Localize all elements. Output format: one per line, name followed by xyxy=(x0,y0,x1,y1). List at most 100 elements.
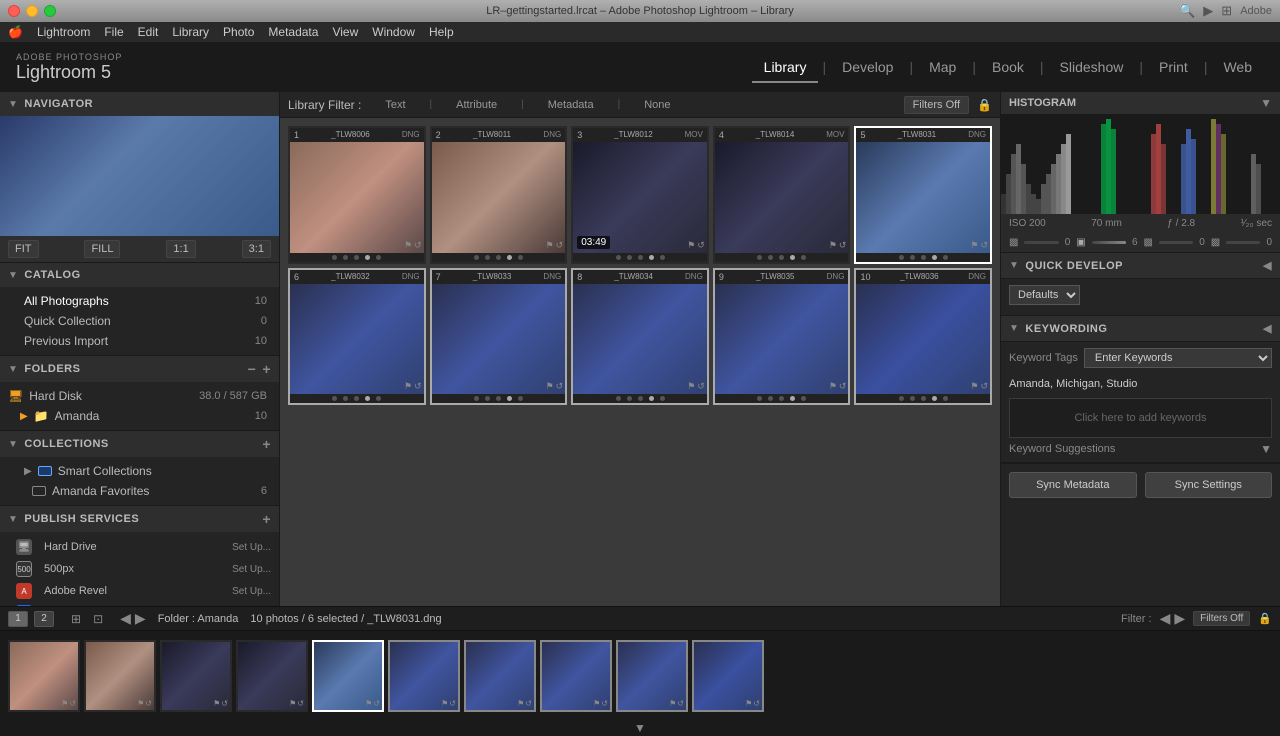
publish-hard-drive-setup[interactable]: Set Up... xyxy=(232,542,271,553)
menu-view[interactable]: View xyxy=(332,25,358,39)
catalog-header[interactable]: ▼ Catalog xyxy=(0,263,279,287)
folder-item-hard-disk[interactable]: 🖥 Hard Disk 38.0 / 587 GB xyxy=(0,386,279,406)
page-1-button[interactable]: 1 xyxy=(8,611,28,627)
filmstrip-cell-5[interactable]: ⚑ ↺ xyxy=(312,640,384,712)
publish-services-header[interactable]: ▼ Publish Services + xyxy=(0,506,279,532)
folders-add-button[interactable]: + xyxy=(262,362,271,376)
filmstrip-cell-7[interactable]: ⚑ ↺ xyxy=(464,640,536,712)
photo-cell-5[interactable]: 5 _TLW8031 DNG ⚑ ↺ xyxy=(854,126,992,264)
filmstrip-cell-6[interactable]: ⚑ ↺ xyxy=(388,640,460,712)
histogram-header[interactable]: Histogram ▼ xyxy=(1001,92,1280,114)
filmstrip-cell-3[interactable]: ⚑ ↺ xyxy=(160,640,232,712)
publish-item-hard-drive[interactable]: 🖥 Hard Drive Set Up... xyxy=(0,536,279,558)
menu-photo[interactable]: Photo xyxy=(223,25,254,39)
collections-item-amanda-favorites[interactable]: Amanda Favorites 6 xyxy=(0,481,279,501)
photo-cell-7[interactable]: 7 _TLW8033 DNG ⚑ ↺ xyxy=(430,268,568,406)
zoom-fill-button[interactable]: FILL xyxy=(84,240,120,258)
nav-back-arrow[interactable]: ◀ xyxy=(120,610,131,627)
catalog-item-quick-collection[interactable]: Quick Collection 0 xyxy=(0,311,279,331)
zoom-1-1-button[interactable]: 1:1 xyxy=(166,240,195,258)
filter-right-arrow[interactable]: ▶ xyxy=(1174,610,1185,627)
catalog-item-previous-import[interactable]: Previous Import 10 xyxy=(0,331,279,351)
tab-slideshow[interactable]: Slideshow xyxy=(1048,53,1136,81)
filmstrip-cell-8[interactable]: ⚑ ↺ xyxy=(540,640,612,712)
filmstrip-cell-1[interactable]: ⚑ ↺ xyxy=(8,640,80,712)
zoom-3-1-button[interactable]: 3:1 xyxy=(242,240,271,258)
filter-text-option[interactable]: Text xyxy=(377,97,413,113)
sync-settings-button[interactable]: Sync Settings xyxy=(1145,472,1273,498)
menu-lightroom[interactable]: Lightroom xyxy=(37,25,90,39)
loupe-view-button[interactable]: ⊡ xyxy=(88,610,108,628)
tab-develop[interactable]: Develop xyxy=(830,53,905,81)
photo-cell-1[interactable]: 1 _TLW8006 DNG ⚑ ↺ xyxy=(288,126,426,264)
grid-view-button[interactable]: ⊞ xyxy=(66,610,86,628)
tab-web[interactable]: Web xyxy=(1211,53,1264,81)
zoom-fit-button[interactable]: FIT xyxy=(8,240,39,258)
photo-cell-9[interactable]: 9 _TLW8035 DNG ⚑ ↺ xyxy=(713,268,851,406)
keyword-tags-dropdown[interactable]: Enter Keywords xyxy=(1084,348,1272,368)
menu-help[interactable]: Help xyxy=(429,25,454,39)
menu-edit[interactable]: Edit xyxy=(138,25,159,39)
tab-library[interactable]: Library xyxy=(752,53,819,81)
publish-item-behance[interactable]: Be Behance Set Up... xyxy=(0,602,279,606)
photo-cell-8[interactable]: 8 _TLW8034 DNG ⚑ ↺ xyxy=(571,268,709,406)
tab-map[interactable]: Map xyxy=(917,53,968,81)
minimize-button[interactable] xyxy=(26,5,38,17)
publish-services-add-button[interactable]: + xyxy=(262,512,271,526)
menu-file[interactable]: File xyxy=(104,25,123,39)
catalog-item-all-photographs[interactable]: All Photographs 10 xyxy=(0,291,279,311)
photo-cell-3[interactable]: 3 _TLW8012 MOV 03:49 ⚑ ↺ xyxy=(571,126,709,264)
photo-cell-10[interactable]: 10 _TLW8036 DNG ⚑ ↺ xyxy=(854,268,992,406)
keywording-header[interactable]: ▼ Keywording ◀ xyxy=(1001,316,1280,341)
folders-header[interactable]: ▼ Folders − + xyxy=(0,356,279,382)
filmstrip-cell-9[interactable]: ⚑ ↺ xyxy=(616,640,688,712)
filmstrip-cell-10[interactable]: ⚑ ↺ xyxy=(692,640,764,712)
close-button[interactable] xyxy=(8,5,20,17)
filters-off-button[interactable]: Filters Off xyxy=(904,96,969,114)
folders-remove-button[interactable]: − xyxy=(248,362,257,376)
filter-off-badge[interactable]: Filters Off xyxy=(1193,611,1250,626)
filter-badge-lock-icon[interactable]: 🔒 xyxy=(1258,612,1272,625)
histogram-slider-4[interactable] xyxy=(1226,241,1260,244)
publish-item-adobe-revel[interactable]: A Adobe Revel Set Up... xyxy=(0,580,279,602)
folder-item-amanda[interactable]: ▶ 📁 Amanda 10 xyxy=(0,406,279,426)
sync-metadata-button[interactable]: Sync Metadata xyxy=(1009,472,1137,498)
filter-none-option[interactable]: None xyxy=(636,97,678,113)
collections-header[interactable]: ▼ Collections + xyxy=(0,431,279,457)
filter-left-arrow[interactable]: ◀ xyxy=(1160,610,1171,627)
photo-cell-6[interactable]: 6 _TLW8032 DNG ⚑ ↺ xyxy=(288,268,426,406)
histogram-expand-icon[interactable]: ▼ xyxy=(1260,96,1272,110)
publish-500px-setup[interactable]: Set Up... xyxy=(232,564,271,575)
photo-thumb: 03:49 ⚑ ↺ xyxy=(573,142,707,253)
keyword-add-placeholder[interactable]: Click here to add keywords xyxy=(1074,412,1206,424)
histogram-slider-1[interactable] xyxy=(1024,241,1058,244)
publish-adobe-revel-setup[interactable]: Set Up... xyxy=(232,586,271,597)
photo-cell-4[interactable]: 4 _TLW8014 MOV ⚑ ↺ xyxy=(713,126,851,264)
keyword-add-area[interactable]: Click here to add keywords xyxy=(1009,398,1272,438)
page-2-button[interactable]: 2 xyxy=(34,611,54,627)
navigator-header[interactable]: ▼ Navigator xyxy=(0,92,279,116)
menu-window[interactable]: Window xyxy=(372,25,415,39)
tab-book[interactable]: Book xyxy=(980,53,1036,81)
menu-library[interactable]: Library xyxy=(172,25,209,39)
photo-cell-2[interactable]: 2 _TLW8011 DNG ⚑ ↺ xyxy=(430,126,568,264)
filmstrip-cell-4[interactable]: ⚑ ↺ xyxy=(236,640,308,712)
collections-item-smart[interactable]: ▶ Smart Collections xyxy=(0,461,279,481)
apple-menu[interactable]: 🍎 xyxy=(8,25,23,39)
quick-develop-header[interactable]: ▼ Quick Develop ◀ xyxy=(1001,253,1280,278)
histogram-slider-2[interactable] xyxy=(1092,241,1126,244)
maximize-button[interactable] xyxy=(44,5,56,17)
collections-add-button[interactable]: + xyxy=(262,437,271,451)
quick-develop-preset-select[interactable]: Defaults xyxy=(1009,285,1080,305)
filmstrip-cell-2[interactable]: ⚑ ↺ xyxy=(84,640,156,712)
nav-forward-arrow[interactable]: ▶ xyxy=(135,610,146,627)
histogram-slider-3[interactable] xyxy=(1159,241,1193,244)
publish-item-500px[interactable]: 500 500px Set Up... xyxy=(0,558,279,580)
tab-print[interactable]: Print xyxy=(1147,53,1200,81)
filmstrip-collapse-icon[interactable]: ▼ xyxy=(634,721,646,735)
spotlight-icon[interactable]: 🔍 xyxy=(1179,3,1195,19)
filter-lock-icon[interactable]: 🔒 xyxy=(977,98,992,112)
filter-attribute-option[interactable]: Attribute xyxy=(448,97,505,113)
filter-metadata-option[interactable]: Metadata xyxy=(540,97,602,113)
menu-metadata[interactable]: Metadata xyxy=(268,25,318,39)
